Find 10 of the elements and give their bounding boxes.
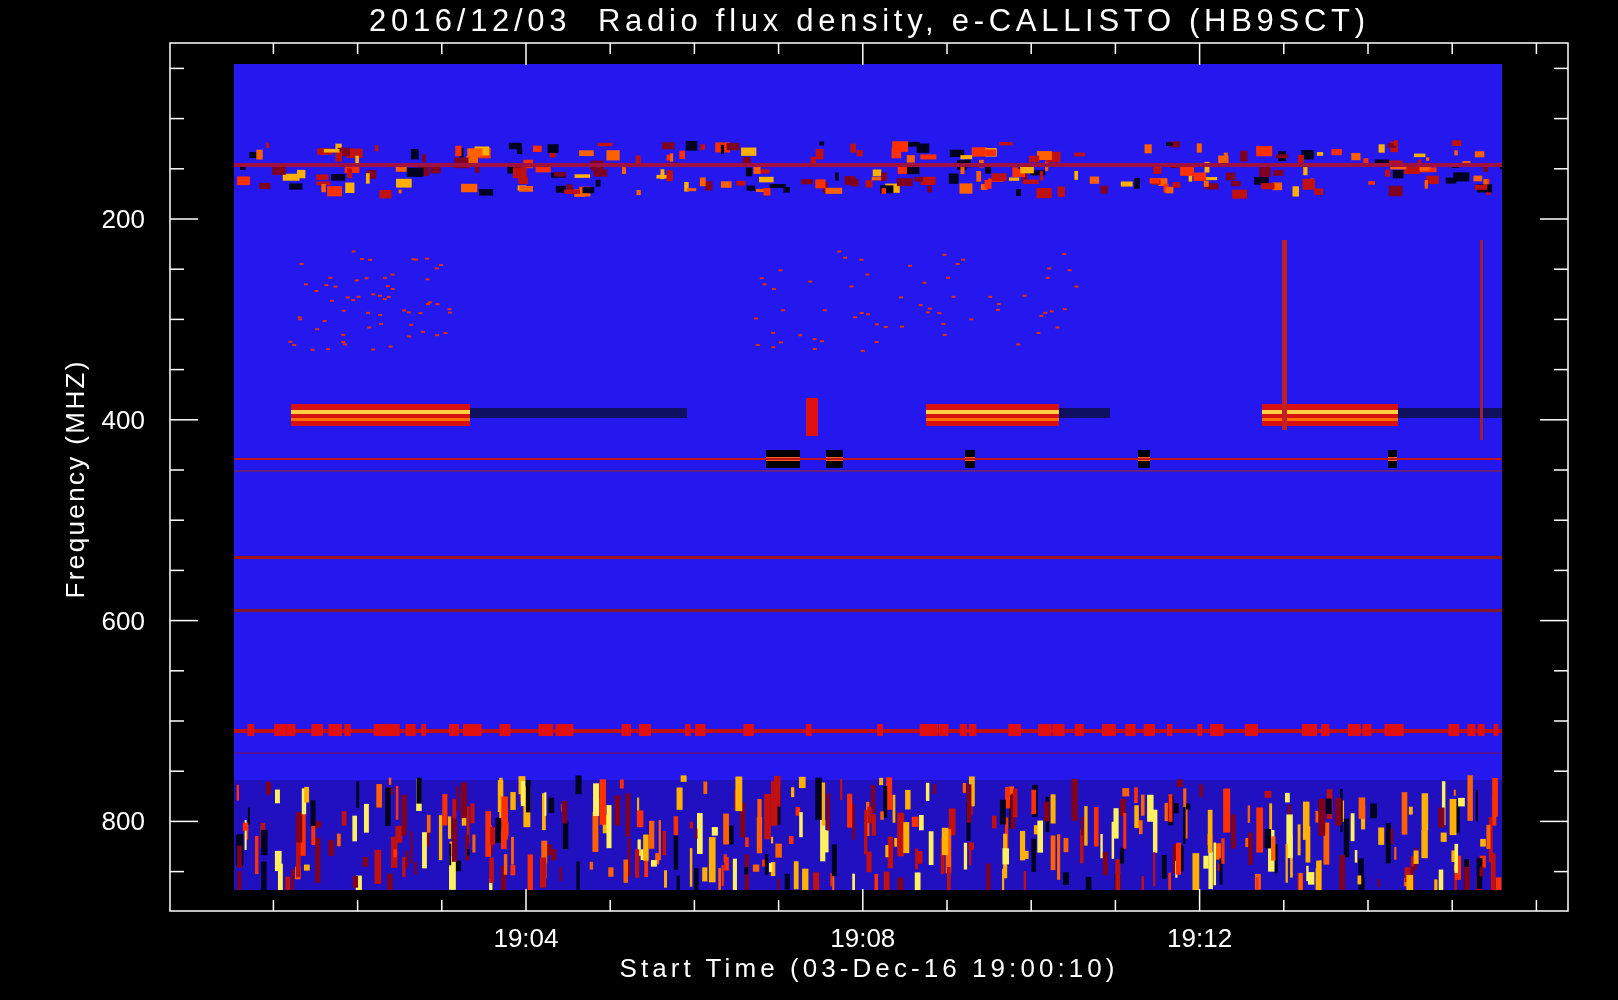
x-axis-label: Start Time (03-Dec-16 19:00:10): [619, 953, 1115, 983]
y-tick-label: 800: [101, 806, 145, 837]
y-tick-label: 600: [101, 605, 145, 636]
x-tick-label: 19:12: [1167, 923, 1233, 953]
chart-title: 2016/12/03 Radio flux density, e-CALLISTO (HB9SCT): [369, 3, 1365, 38]
y-tick-label: 400: [101, 404, 145, 435]
y-axis-label: Frequency (MHZ): [60, 361, 90, 599]
x-tick-label: 19:04: [493, 923, 559, 953]
x-tick-label: 19:08: [830, 923, 896, 953]
y-tick-label: 200: [101, 204, 145, 234]
